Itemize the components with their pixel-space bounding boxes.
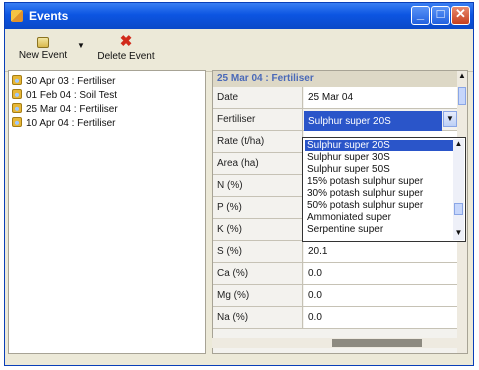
- property-row-mg: Mg (%) 0.0: [213, 285, 458, 307]
- combo-dropdown-button[interactable]: ▼: [443, 111, 457, 127]
- property-row-s: S (%) 20.1: [213, 241, 458, 263]
- date-field[interactable]: 25 Mar 04: [304, 87, 458, 108]
- tree-item[interactable]: 25 Mar 04 : Fertiliser: [12, 103, 118, 115]
- fertiliser-dropdown-list[interactable]: Sulphur super 20S Sulphur super 30S Sulp…: [302, 137, 466, 242]
- dropdown-option[interactable]: Serpentine super: [305, 224, 453, 235]
- tree-item[interactable]: 30 Apr 03 : Fertiliser: [12, 75, 116, 87]
- red-x-icon: ✖: [119, 33, 133, 50]
- rate-label: Rate (t/ha): [213, 131, 303, 152]
- property-row-na: Na (%) 0.0: [213, 307, 458, 329]
- maximize-icon: □: [436, 6, 445, 21]
- delete-event-label: Delete Event: [97, 51, 155, 62]
- scroll-thumb[interactable]: [458, 87, 466, 105]
- tree-item-label: 01 Feb 04 : Soil Test: [26, 90, 117, 101]
- tree-item-label: 25 Mar 04 : Fertiliser: [26, 104, 118, 115]
- event-icon: [12, 117, 22, 127]
- scroll-up-icon[interactable]: ▲: [457, 71, 467, 85]
- na-label: Na (%): [213, 307, 303, 328]
- property-row-date: Date 25 Mar 04: [213, 87, 458, 109]
- p-label: P (%): [213, 197, 303, 218]
- chevron-down-icon[interactable]: ▼: [453, 228, 464, 240]
- chevron-up-icon[interactable]: ▲: [453, 139, 464, 151]
- dropdown-option[interactable]: Ammoniated super: [305, 212, 453, 223]
- grid-horizontal-scrollbar[interactable]: [212, 338, 466, 348]
- n-label: N (%): [213, 175, 303, 196]
- property-row-ca: Ca (%) 0.0: [213, 263, 458, 285]
- ca-label: Ca (%): [213, 263, 303, 284]
- fertiliser-label: Fertiliser: [213, 109, 303, 130]
- tree-item[interactable]: 01 Feb 04 : Soil Test: [12, 89, 117, 101]
- title-bar[interactable]: Events _ □ ✕: [5, 3, 473, 29]
- minimize-icon: _: [416, 6, 425, 21]
- mg-label: Mg (%): [213, 285, 303, 306]
- events-tree[interactable]: 30 Apr 03 : Fertiliser 01 Feb 04 : Soil …: [8, 70, 206, 354]
- close-button[interactable]: ✕: [451, 6, 470, 25]
- details-header: 25 Mar 04 : Fertiliser: [213, 71, 458, 87]
- dropdown-option[interactable]: Sulphur super 20S: [305, 140, 453, 151]
- event-icon: [12, 103, 22, 113]
- new-event-button[interactable]: New Event: [11, 33, 75, 69]
- new-event-label: New Event: [18, 50, 68, 61]
- maximize-button[interactable]: □: [431, 6, 450, 25]
- app-icon: [11, 10, 23, 22]
- tree-item-label: 30 Apr 03 : Fertiliser: [26, 76, 116, 87]
- new-event-dropdown-arrow-icon[interactable]: ▼: [77, 41, 85, 50]
- k-label: K (%): [213, 219, 303, 240]
- scroll-thumb[interactable]: [332, 339, 422, 347]
- property-row-fertiliser: Fertiliser Sulphur super 20S ▼: [213, 109, 458, 132]
- fertiliser-combo[interactable]: Sulphur super 20S: [304, 111, 442, 132]
- tree-item-label: 10 Apr 04 : Fertiliser: [26, 118, 116, 129]
- dropdown-scrollbar[interactable]: ▲ ▼: [453, 139, 464, 240]
- s-field[interactable]: 20.1: [304, 241, 458, 262]
- dropdown-option[interactable]: 50% potash sulphur super: [305, 200, 453, 211]
- tree-item[interactable]: 10 Apr 04 : Fertiliser: [12, 117, 116, 129]
- fertiliser-combo-value: Sulphur super 20S: [308, 116, 391, 127]
- minimize-button[interactable]: _: [411, 6, 430, 25]
- mg-field[interactable]: 0.0: [304, 285, 458, 306]
- scroll-thumb[interactable]: [454, 203, 463, 215]
- na-field[interactable]: 0.0: [304, 307, 458, 328]
- ca-field[interactable]: 0.0: [304, 263, 458, 284]
- area-label: Area (ha): [213, 153, 303, 174]
- window-title: Events: [29, 9, 69, 23]
- chevron-down-icon: ▼: [446, 114, 454, 123]
- dropdown-option[interactable]: Sulphur super 50S: [305, 164, 453, 175]
- dropdown-option[interactable]: 15% potash sulphur super: [305, 176, 453, 187]
- event-icon: [12, 75, 22, 85]
- delete-event-button[interactable]: ✖ Delete Event: [91, 33, 161, 69]
- s-label: S (%): [213, 241, 303, 262]
- close-icon: ✕: [455, 6, 466, 21]
- event-icon: [12, 89, 22, 99]
- dropdown-option[interactable]: 30% potash sulphur super: [305, 188, 453, 199]
- date-label: Date: [213, 87, 303, 108]
- dropdown-option[interactable]: Sulphur super 30S: [305, 152, 453, 163]
- folder-new-icon: [37, 37, 49, 48]
- toolbar: New Event ▼ ✖ Delete Event: [7, 31, 167, 71]
